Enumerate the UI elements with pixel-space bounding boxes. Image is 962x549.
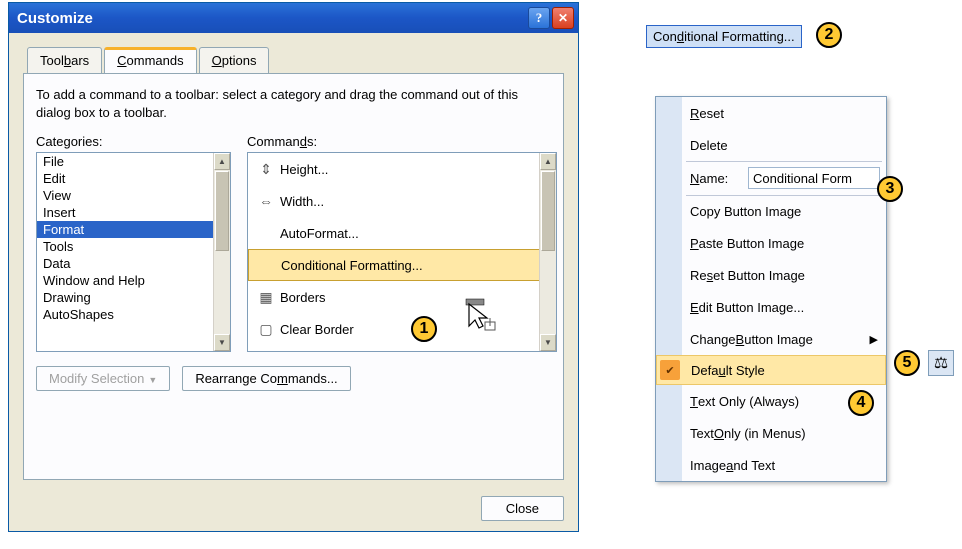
help-button[interactable]: ? (528, 7, 550, 29)
command-label: Borders (280, 290, 326, 305)
callout-3: 3 (877, 176, 903, 202)
category-item-selected[interactable]: Format (37, 221, 230, 238)
command-item[interactable]: ▦ Borders ▶ (248, 281, 556, 313)
menu-label: Copy Button Image (690, 204, 801, 219)
commands-listbox[interactable]: ⇕ Height... ⇔ Width... AutoFormat... Con… (247, 152, 557, 352)
height-icon: ⇕ (252, 161, 280, 178)
width-icon: ⇔ (252, 193, 280, 209)
borders-icon: ▦ (252, 289, 280, 306)
menu-reset[interactable]: Reset (656, 97, 886, 129)
category-item[interactable]: AutoShapes (37, 306, 230, 323)
scales-icon: ⚖ (934, 353, 948, 373)
button-context-menu: Reset Delete Name: Copy Button Image Pas… (655, 96, 887, 482)
name-label: Name: (690, 171, 728, 186)
tab-options[interactable]: Options (199, 47, 270, 73)
scroll-down-button[interactable]: ▼ (540, 334, 556, 351)
scroll-up-button[interactable]: ▲ (214, 153, 230, 170)
scales-icon-button[interactable]: ⚖ (928, 350, 954, 376)
scroll-down-button[interactable]: ▼ (214, 334, 230, 351)
callout-1: 1 (411, 316, 437, 342)
clear-border-icon: ▢ (252, 321, 280, 338)
category-item[interactable]: Tools (37, 238, 230, 255)
command-label: AutoFormat... (280, 226, 359, 241)
hint-text: To add a command to a toolbar: select a … (36, 86, 551, 122)
titlebar[interactable]: Customize ? ✕ (9, 3, 578, 33)
menu-label: Delete (690, 138, 728, 153)
close-button[interactable]: Close (481, 496, 564, 521)
conditional-formatting-toolbar-button[interactable]: Conditional Formatting... (646, 25, 802, 48)
menu-edit-button-image[interactable]: Edit Button Image... (656, 291, 886, 323)
modify-selection-button[interactable]: Modify Selection▼ (36, 366, 170, 391)
category-item[interactable]: Data (37, 255, 230, 272)
button-label: Rearrange Commands... (195, 371, 337, 386)
category-item[interactable]: Drawing (37, 289, 230, 306)
category-item[interactable]: Window and Help (37, 272, 230, 289)
rearrange-commands-button[interactable]: Rearrange Commands... (182, 366, 350, 391)
scrollbar[interactable]: ▲ ▼ (213, 153, 230, 351)
menu-copy-button-image[interactable]: Copy Button Image (656, 195, 886, 227)
button-label: Modify Selection (49, 371, 144, 386)
menu-name-row: Name: (656, 161, 886, 195)
close-x-button[interactable]: ✕ (552, 7, 574, 29)
command-item[interactable]: ⇔ Width... (248, 185, 556, 217)
menu-default-style[interactable]: ✔ Default Style (656, 355, 886, 385)
tab-panel-commands: To add a command to a toolbar: select a … (23, 73, 564, 480)
command-label: Width... (280, 194, 324, 209)
command-item[interactable]: AutoFormat... (248, 217, 556, 249)
categories-label: Categories: (36, 134, 231, 149)
callout-5: 5 (894, 350, 920, 376)
category-item[interactable]: View (37, 187, 230, 204)
tabstrip: Toolbars Commands Options (9, 33, 578, 73)
scroll-thumb[interactable] (215, 171, 229, 251)
tab-toolbars[interactable]: Toolbars (27, 47, 102, 73)
callout-4: 4 (848, 390, 874, 416)
command-label: Height... (280, 162, 328, 177)
command-item-selected[interactable]: Conditional Formatting... (248, 249, 556, 281)
tab-commands[interactable]: Commands (104, 47, 196, 73)
name-input[interactable] (748, 167, 880, 189)
check-icon: ✔ (660, 360, 680, 380)
category-item[interactable]: Edit (37, 170, 230, 187)
button-label: Conditional Formatting... (653, 29, 795, 44)
scroll-thumb[interactable] (541, 171, 555, 251)
command-label: Conditional Formatting... (281, 258, 423, 273)
dialog-title: Customize (17, 10, 526, 27)
command-label: Clear Border (280, 322, 354, 337)
callout-2: 2 (816, 22, 842, 48)
category-item[interactable]: Insert (37, 204, 230, 221)
customize-dialog: Customize ? ✕ Toolbars Commands Options … (8, 2, 579, 532)
menu-text-only-menus[interactable]: Text Only (in Menus) (656, 417, 886, 449)
menu-delete[interactable]: Delete (656, 129, 886, 161)
menu-reset-button-image[interactable]: Reset Button Image (656, 259, 886, 291)
menu-image-and-text[interactable]: Image and Text (656, 449, 886, 481)
command-item[interactable]: ▢ Clear Border (248, 313, 556, 345)
commands-label: Commands: (247, 134, 557, 149)
menu-change-button-image[interactable]: Change Button Image▶ (656, 323, 886, 355)
menu-paste-button-image[interactable]: Paste Button Image (656, 227, 886, 259)
category-item[interactable]: File (37, 153, 230, 170)
scroll-track[interactable] (540, 252, 556, 334)
command-item[interactable]: ⇕ Height... (248, 153, 556, 185)
scrollbar[interactable]: ▲ ▼ (539, 153, 556, 351)
categories-listbox[interactable]: File Edit View Insert Format Tools Data … (36, 152, 231, 352)
scroll-up-button[interactable]: ▲ (540, 153, 556, 170)
submenu-arrow-icon: ▶ (870, 333, 878, 346)
dialog-footer: Close (9, 490, 578, 531)
scroll-track[interactable] (214, 252, 230, 334)
